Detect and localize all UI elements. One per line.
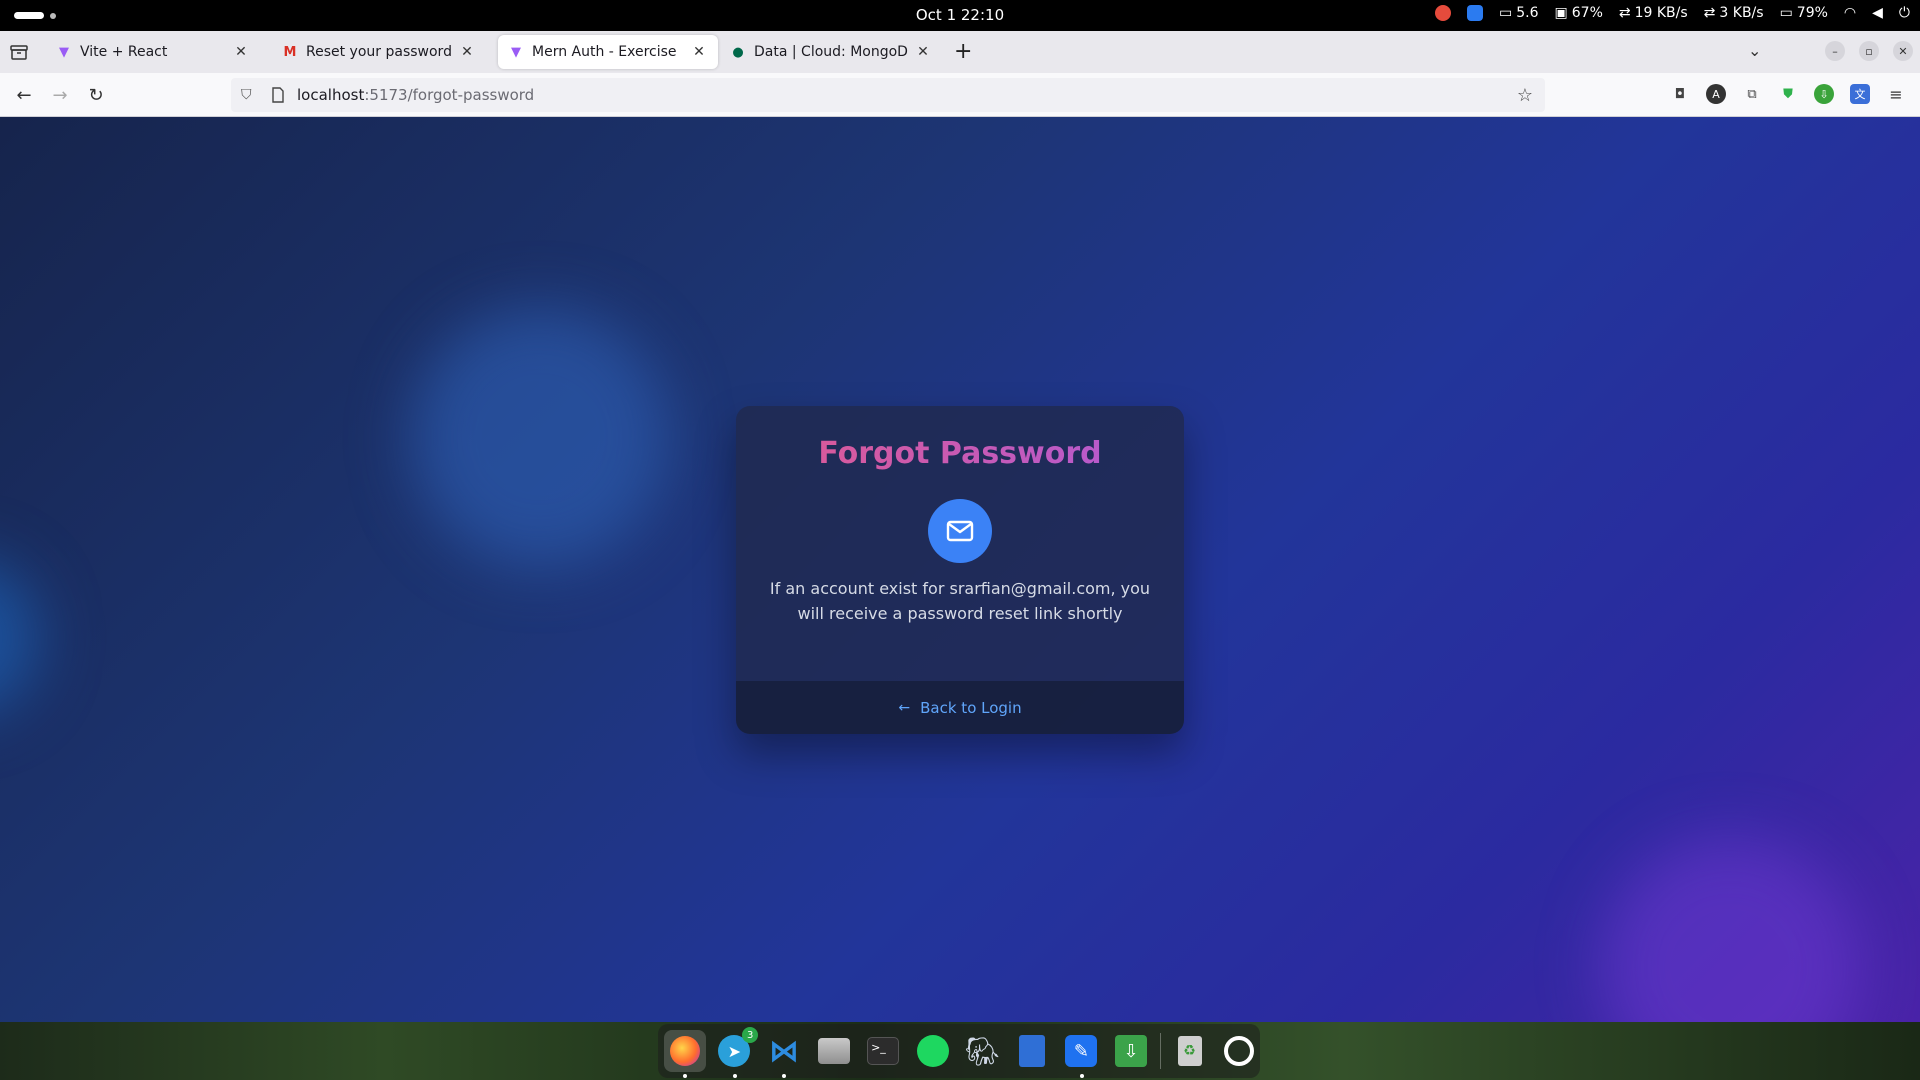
chevron-down-icon[interactable]: ⌄ <box>1748 41 1761 60</box>
browser-tab-strip: ▼ Vite + React ✕ M Reset your password -… <box>0 31 1920 73</box>
running-dot <box>683 1074 687 1078</box>
forgot-password-card: Forgot Password If an account exist for … <box>736 406 1184 734</box>
restore-icon[interactable]: ▫ <box>1859 41 1879 61</box>
back-to-login-link[interactable]: Back to Login <box>920 699 1021 717</box>
running-dot <box>1079 1074 1084 1078</box>
desktop-wallpaper-strip: ➤ 3 ⋈ >_ 🐘︎ ✎ ⇩ ♻ <box>0 1022 1920 1080</box>
files-icon[interactable] <box>813 1030 855 1072</box>
notification-badge: 3 <box>742 1027 759 1043</box>
page-content: Forgot Password If an account exist for … <box>0 117 1920 1022</box>
arrow-left-icon[interactable]: ← <box>898 700 910 716</box>
upload-arrow-icon: ⇄ <box>1703 5 1716 21</box>
url-host: localhost <box>297 86 365 104</box>
vite-icon: ▼ <box>59 44 69 60</box>
extension-green-icon[interactable]: ⇩ <box>1814 84 1834 104</box>
url-path: :5173/forgot-password <box>364 86 535 104</box>
account-icon[interactable]: A <box>1706 84 1726 104</box>
net-up-value: 3 KB/s <box>1719 5 1764 21</box>
tab-vite-react[interactable]: ▼ Vite + React ✕ <box>46 35 260 69</box>
adblock-shield-icon[interactable]: ⛊ <box>1778 84 1798 104</box>
running-dot <box>732 1074 737 1078</box>
tab-title: Reset your password - sra <box>306 44 452 60</box>
extensions-puzzle-icon[interactable]: ⧉ <box>1742 84 1762 104</box>
card-footer: ← Back to Login <box>736 681 1184 734</box>
translate-icon[interactable]: 文 <box>1850 84 1870 104</box>
page-info-icon[interactable] <box>271 87 285 103</box>
battery-value: 79% <box>1796 5 1828 21</box>
download-manager-icon[interactable]: ⇩ <box>1110 1030 1152 1072</box>
tab-reset-password[interactable]: M Reset your password - sra ✕ <box>272 35 486 69</box>
close-tab-icon[interactable]: ✕ <box>458 43 476 61</box>
feather-tray-icon[interactable] <box>1467 5 1484 21</box>
cpu-icon: ▣ <box>1554 5 1568 21</box>
background-blob <box>410 307 670 567</box>
show-apps-ubuntu-icon[interactable] <box>1218 1030 1260 1072</box>
url-text[interactable]: localhost:5173/forgot-password <box>297 86 534 104</box>
shield-icon[interactable]: ⛉ <box>241 87 257 103</box>
power-icon[interactable]: ⏻ <box>1899 6 1910 20</box>
tab-title: Data | Cloud: MongoDB C <box>754 44 908 60</box>
dock: ➤ 3 ⋈ >_ 🐘︎ ✎ ⇩ ♻ <box>658 1024 1260 1078</box>
card-title: Forgot Password <box>736 436 1184 471</box>
close-window-icon[interactable]: ✕ <box>1893 41 1913 61</box>
spotify-icon[interactable] <box>912 1030 954 1072</box>
mail-icon <box>946 520 974 542</box>
tab-mongodb[interactable]: ● Data | Cloud: MongoDB C ✕ <box>720 35 942 69</box>
mongodb-icon: ● <box>732 44 744 60</box>
wifi-icon[interactable]: ◠ <box>1844 6 1856 20</box>
cpu-indicator: ▣ 67% <box>1555 5 1603 21</box>
firefox-view-icon[interactable] <box>10 44 28 60</box>
color-picker-tray-icon[interactable] <box>1435 5 1452 21</box>
net-down-value: 19 KB/s <box>1634 5 1688 21</box>
new-tab-plus-icon[interactable]: + <box>954 39 972 64</box>
browser-nav-bar: ← → ↻ ⛉ localhost:5173/forgot-password ☆… <box>0 73 1920 117</box>
gmail-icon: M <box>283 44 297 60</box>
dock-separator <box>1159 1033 1161 1069</box>
volume-icon[interactable]: ◀ <box>1872 6 1883 20</box>
system-tray: ▭ 5.6 ▣ 67% ⇄ 19 KB/s ⇄ 3 KB/s ▭ 79% ◠ ◀ ⏻ <box>1435 5 1910 21</box>
vite-icon: ▼ <box>511 44 521 60</box>
tab-title: Vite + React <box>80 44 168 60</box>
net-up-indicator: ⇄ 3 KB/s <box>1704 5 1764 21</box>
postgresql-icon[interactable]: 🐘︎ <box>961 1030 1003 1072</box>
trash-icon[interactable]: ♻ <box>1169 1030 1211 1072</box>
close-tab-icon[interactable]: ✕ <box>690 43 708 61</box>
telegram-icon[interactable]: ➤ 3 <box>714 1027 759 1078</box>
close-tab-icon[interactable]: ✕ <box>232 43 250 61</box>
background-blob <box>1600 837 1860 1022</box>
forward-arrow-icon[interactable]: → <box>48 83 72 107</box>
hamburger-menu-icon[interactable]: ≡ <box>1886 84 1906 104</box>
back-arrow-icon[interactable]: ← <box>12 83 36 107</box>
display-indicator: ▭ 5.6 <box>1499 5 1539 21</box>
address-bar[interactable]: ⛉ localhost:5173/forgot-password ☆ <box>231 78 1545 112</box>
document-viewer-icon[interactable] <box>1011 1030 1053 1072</box>
battery-indicator: ▭ 79% <box>1780 5 1828 21</box>
feather-icon[interactable]: ✎ <box>1061 1030 1103 1078</box>
confirmation-message: If an account exist for srarfian@gmail.c… <box>769 579 1151 623</box>
firefox-icon[interactable] <box>664 1030 706 1078</box>
display-value: 5.6 <box>1516 5 1539 21</box>
system-top-bar: Oct 1 22:10 ▭ 5.6 ▣ 67% ⇄ 19 KB/s ⇄ 3 KB/s ▭… <box>0 0 1920 31</box>
net-down-indicator: ⇄ 19 KB/s <box>1619 5 1688 21</box>
background-blob <box>0 557 40 717</box>
battery-icon: ▭ <box>1779 5 1793 21</box>
pocket-icon[interactable]: ◘ <box>1670 84 1690 104</box>
terminal-icon[interactable]: >_ <box>862 1030 904 1072</box>
cpu-value: 67% <box>1571 5 1603 21</box>
bookmark-star-icon[interactable]: ☆ <box>1517 85 1533 106</box>
close-tab-icon[interactable]: ✕ <box>914 43 932 61</box>
tab-title: Mern Auth - Exercise <box>532 44 677 60</box>
vscode-icon[interactable]: ⋈ <box>763 1030 805 1078</box>
reload-icon[interactable]: ↻ <box>84 83 108 107</box>
tab-mern-auth[interactable]: ▼ Mern Auth - Exercise ✕ <box>498 35 718 69</box>
minimize-icon[interactable]: – <box>1825 41 1845 61</box>
monitor-icon: ▭ <box>1499 5 1513 21</box>
running-dot <box>782 1074 787 1078</box>
download-arrow-icon: ⇄ <box>1618 5 1631 21</box>
mail-icon-circle <box>928 499 992 563</box>
